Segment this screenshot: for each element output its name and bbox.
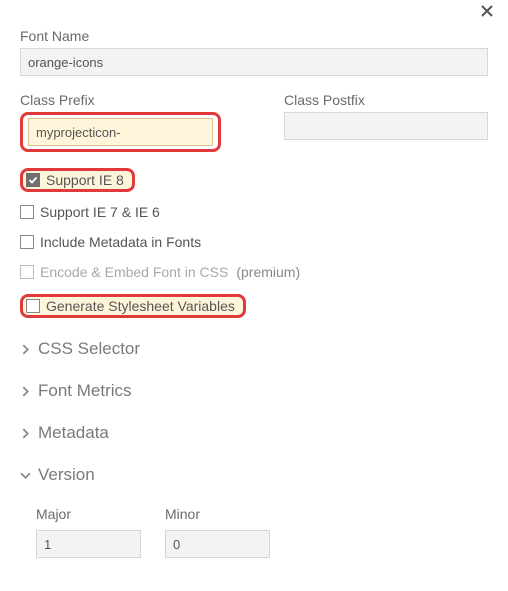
class-postfix-label: Class Postfix bbox=[284, 92, 488, 108]
chevron-right-icon bbox=[20, 344, 31, 355]
class-prefix-input[interactable] bbox=[28, 118, 213, 146]
encode-embed-checkbox bbox=[20, 265, 34, 279]
section-metadata-label: Metadata bbox=[38, 423, 109, 443]
support-ie8-row[interactable]: Support IE 8 bbox=[20, 168, 135, 192]
support-ie8-checkbox[interactable] bbox=[26, 173, 40, 187]
include-metadata-row[interactable]: Include Metadata in Fonts bbox=[20, 230, 488, 254]
close-button[interactable] bbox=[480, 4, 494, 18]
version-minor-input[interactable] bbox=[165, 530, 270, 558]
include-metadata-label: Include Metadata in Fonts bbox=[40, 234, 201, 250]
support-ie76-label: Support IE 7 & IE 6 bbox=[40, 204, 160, 220]
section-version[interactable]: Version bbox=[20, 454, 488, 496]
font-name-label: Font Name bbox=[20, 28, 488, 44]
chevron-right-icon bbox=[20, 428, 31, 439]
generate-vars-checkbox[interactable] bbox=[26, 299, 40, 313]
section-metadata[interactable]: Metadata bbox=[20, 412, 488, 454]
font-name-input[interactable] bbox=[20, 48, 488, 76]
chevron-right-icon bbox=[20, 386, 31, 397]
version-major-input[interactable] bbox=[36, 530, 141, 558]
version-body: Major Minor bbox=[20, 496, 488, 558]
class-prefix-highlight bbox=[20, 112, 221, 152]
support-ie76-checkbox[interactable] bbox=[20, 205, 34, 219]
encode-embed-label: Encode & Embed Font in CSS bbox=[40, 264, 228, 280]
close-icon bbox=[480, 4, 494, 18]
preferences-panel: Font Name Class Prefix Class Postfix Sup… bbox=[0, 0, 508, 578]
section-font-metrics-label: Font Metrics bbox=[38, 381, 132, 401]
include-metadata-checkbox[interactable] bbox=[20, 235, 34, 249]
version-minor-label: Minor bbox=[165, 506, 270, 522]
section-version-label: Version bbox=[38, 465, 95, 485]
generate-vars-label: Generate Stylesheet Variables bbox=[46, 298, 235, 314]
generate-vars-row[interactable]: Generate Stylesheet Variables bbox=[20, 294, 246, 318]
encode-embed-suffix: (premium) bbox=[236, 264, 300, 280]
class-postfix-input[interactable] bbox=[284, 112, 488, 140]
section-css-selector[interactable]: CSS Selector bbox=[20, 328, 488, 370]
encode-embed-row: Encode & Embed Font in CSS (premium) bbox=[20, 260, 488, 284]
section-css-selector-label: CSS Selector bbox=[38, 339, 140, 359]
chevron-down-icon bbox=[20, 470, 31, 481]
support-ie76-row[interactable]: Support IE 7 & IE 6 bbox=[20, 200, 488, 224]
support-ie8-label: Support IE 8 bbox=[46, 172, 124, 188]
version-major-label: Major bbox=[36, 506, 141, 522]
section-font-metrics[interactable]: Font Metrics bbox=[20, 370, 488, 412]
class-prefix-label: Class Prefix bbox=[20, 92, 224, 108]
